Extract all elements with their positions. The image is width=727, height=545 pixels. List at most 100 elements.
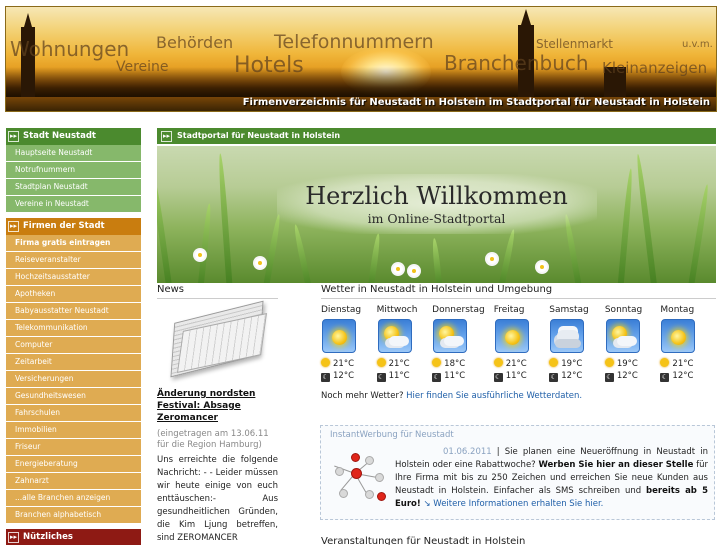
weather-day-name: Freitag [493, 305, 525, 315]
more-weather-prefix: Noch mehr Wetter? [321, 391, 404, 401]
weather-section: Wetter in Neustadt in Holstein und Umgeb… [321, 284, 716, 401]
main-bar-title: Stadtportal für Neustadt in Holstein [177, 131, 341, 140]
daisy-flower [409, 266, 419, 276]
sun-small-icon [493, 358, 503, 367]
news-meta: (eingetragen am 13.06.11 für die Region … [157, 429, 269, 450]
cloud-icon [550, 319, 585, 353]
sidebar-item-branchen-alphabetisch[interactable]: Branchen alphabetisch [6, 507, 141, 524]
sun-icon [661, 319, 696, 353]
sidebar-item-apotheken[interactable]: Apotheken [6, 286, 141, 303]
weather-high: 21°C [505, 359, 527, 369]
events-title: Veranstaltungen für Neustadt in Holstein [321, 536, 526, 545]
sidebar-heading-nuetzliches[interactable]: ▸▸ Nützliches [6, 529, 141, 545]
weather-forecast: Dienstag 21°C ☾ 12°C Mittwoch 21°C ☾ 11°C Do… [321, 305, 716, 382]
weather-day: Montag 21°C ☾ 12°C [660, 305, 716, 382]
instant-ad-info-link[interactable]: Weitere Informationen erhalten Sie hier. [433, 499, 603, 509]
weather-high: 21°C [672, 359, 694, 369]
banner-word: Vereine [116, 59, 169, 75]
sun-cloud-icon [605, 319, 640, 353]
welcome-title: Herzlich Willkommen [305, 182, 568, 210]
welcome-banner: Herzlich Willkommen im Online-Stadtporta… [157, 146, 716, 283]
sidebar-item-reiseveranstalter[interactable]: Reiseveranstalter [6, 252, 141, 269]
sidebar-item-hauptseite[interactable]: Hauptseite Neustadt [6, 145, 141, 162]
instant-ad-text: 01.06.2011 | Sie planen eine Neueröffnun… [395, 447, 709, 509]
double-arrow-icon: ▸▸ [8, 221, 19, 232]
arrow-link-icon[interactable]: ↘ [421, 499, 434, 509]
sidebar-heading-label: Firmen der Stadt [23, 221, 105, 231]
weather-low: 12°C [333, 371, 355, 381]
header-tagline: Firmenverzeichnis für Neustadt in Holste… [242, 97, 710, 108]
moon-icon: ☾ [549, 373, 559, 382]
daisy-flower [393, 264, 403, 274]
sidebar-item-friseur[interactable]: Friseur [6, 439, 141, 456]
main-bar: ▸▸ Stadtportal für Neustadt in Holstein [157, 128, 716, 144]
weather-day-name: Sonntag [604, 305, 643, 315]
sidebar-item-telekommunikation[interactable]: Telekommunikation [6, 320, 141, 337]
grass-blade [497, 228, 517, 283]
sun-cloud-icon [377, 319, 412, 353]
banner-word: Hotels [234, 53, 304, 78]
sidebar-item-fahrschulen[interactable]: Fahrschulen [6, 405, 141, 422]
weather-day: Dienstag 21°C ☾ 12°C [321, 305, 377, 382]
sidebar: ▸▸ Stadt Neustadt Hauptseite Neustadt No… [6, 128, 141, 545]
sun-icon [494, 319, 529, 353]
sun-icon [322, 319, 356, 353]
sun-small-icon [321, 358, 330, 367]
sidebar-item-firma-eintragen[interactable]: Firma gratis eintragen [6, 235, 141, 252]
moon-icon: ☾ [432, 373, 442, 382]
weather-low: 11°C [505, 371, 527, 381]
sidebar-item-computer[interactable]: Computer [6, 337, 141, 354]
moon-icon: ☾ [493, 373, 503, 382]
sidebar-item-zahnarzt[interactable]: Zahnarzt [6, 473, 141, 490]
sidebar-item-gesundheitswesen[interactable]: Gesundheitswesen [6, 388, 141, 405]
banner-word: Wohnungen [10, 37, 130, 61]
sun-cloud-icon [433, 319, 468, 353]
banner-word: Behörden [156, 33, 234, 52]
sidebar-item-babyausstatter[interactable]: Babyausstatter Neustadt [6, 303, 141, 320]
sidebar-item-stadtplan[interactable]: Stadtplan Neustadt [6, 179, 141, 196]
double-arrow-icon: ▸▸ [8, 131, 19, 142]
banner-word: u.v.m. [682, 39, 713, 50]
banner-word: Kleinanzeigen [602, 59, 708, 77]
daisy-flower [255, 258, 265, 268]
news-title: News [157, 284, 278, 299]
main-content: ▸▸ Stadtportal für Neustadt in Holstein … [157, 128, 716, 545]
sidebar-item-hochzeitsausstatter[interactable]: Hochzeitsausstatter [6, 269, 141, 286]
weather-high: 21°C [388, 359, 410, 369]
sidebar-heading-label: Nützliches [23, 532, 73, 542]
moon-icon: ☾ [376, 373, 386, 382]
sidebar-item-zeitarbeit[interactable]: Zeitarbeit [6, 354, 141, 371]
sidebar-item-vereine[interactable]: Vereine in Neustadt [6, 196, 141, 213]
weather-day-name: Montag [660, 305, 695, 315]
weather-day: Samstag 19°C ☾ 12°C [549, 305, 605, 382]
weather-details-link[interactable]: Hier finden Sie ausführliche Wetterdaten… [406, 391, 582, 401]
header-banner: Wohnungen Behörden Telefonnummern Verein… [5, 6, 717, 112]
sun-small-icon [549, 358, 559, 367]
news-column: News Änderung nordsten Festival: Absage … [157, 284, 278, 545]
sidebar-item-energieberatung[interactable]: Energieberatung [6, 456, 141, 473]
instant-ad-title: InstantWerbung für Neustadt [330, 430, 454, 440]
double-arrow-icon: ▸▸ [8, 532, 19, 543]
instant-ad-box: InstantWerbung für Neustadt 01.06.2011 |… [320, 425, 715, 520]
weather-low: 11°C [444, 371, 466, 381]
news-headline-link[interactable]: Änderung nordsten Festival: Absage Zerom… [157, 388, 278, 424]
banner-word: Stellenmarkt [536, 37, 613, 51]
sidebar-item-versicherungen[interactable]: Versicherungen [6, 371, 141, 388]
sidebar-item-notrufnummern[interactable]: Notrufnummern [6, 162, 141, 179]
sidebar-heading-stadt[interactable]: ▸▸ Stadt Neustadt [6, 128, 141, 145]
sidebar-item-alle-branchen[interactable]: ...alle Branchen anzeigen [6, 490, 141, 507]
sidebar-heading-firmen[interactable]: ▸▸ Firmen der Stadt [6, 218, 141, 235]
moon-icon: ☾ [321, 373, 330, 382]
newspaper-icon [167, 300, 273, 378]
weather-day: Freitag 21°C ☾ 11°C [493, 305, 550, 382]
news-text: Uns erreichte die folgende Nachricht: - … [157, 455, 278, 543]
weather-high: 19°C [616, 359, 638, 369]
banner-word: Branchenbuch [444, 51, 589, 75]
weather-day: Sonntag 19°C ☾ 12°C [604, 305, 661, 382]
sidebar-item-immobilien[interactable]: Immobilien [6, 422, 141, 439]
daisy-flower [487, 254, 497, 264]
weather-low: 12°C [561, 371, 583, 381]
weather-low: 12°C [616, 371, 638, 381]
weather-day: Donnerstag 18°C ☾ 11°C [432, 305, 494, 382]
daisy-flower [195, 250, 205, 260]
